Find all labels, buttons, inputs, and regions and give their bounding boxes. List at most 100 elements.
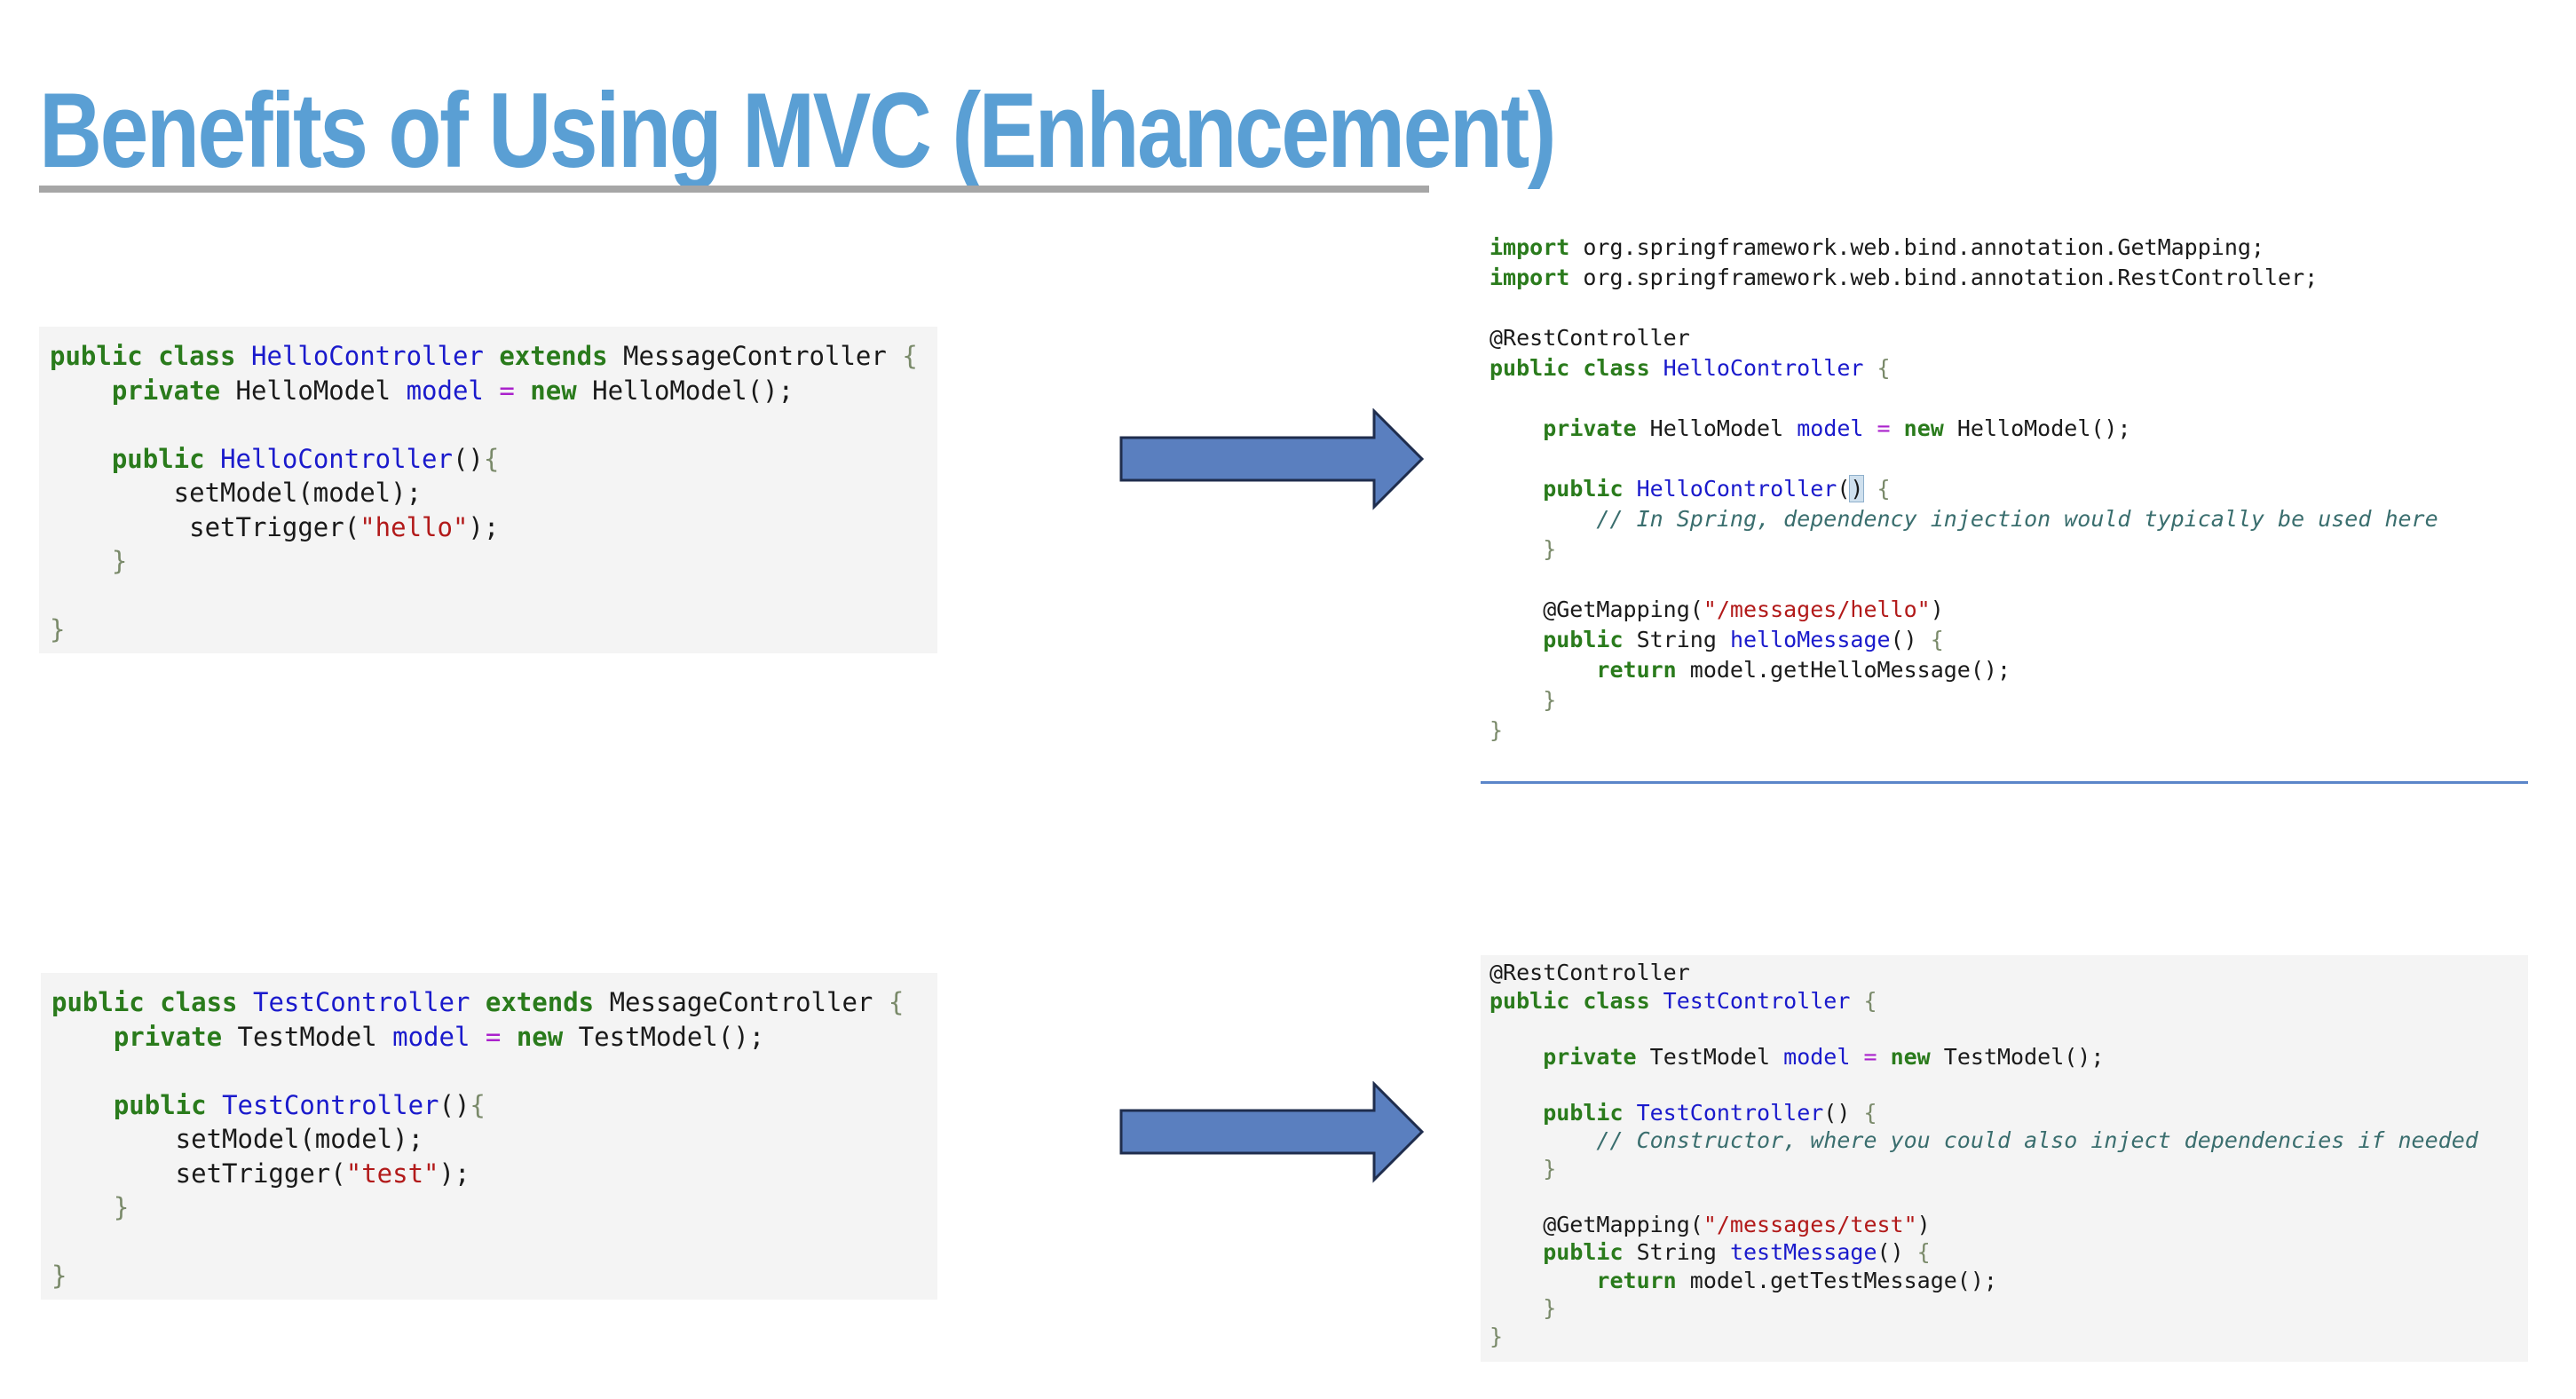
- code-line: public HelloController() {: [1489, 474, 2519, 504]
- code-line: setModel(model);: [50, 476, 927, 510]
- code-token: }: [111, 546, 128, 576]
- code-token: "/messages/hello": [1703, 597, 1931, 622]
- code-token: HelloController: [220, 443, 453, 474]
- code-token: model.getTestMessage();: [1689, 1267, 1997, 1293]
- code-line: // In Spring, dependency injection would…: [1489, 504, 2519, 534]
- code-line: }: [1489, 1294, 2519, 1323]
- code-token: public class: [1489, 355, 1663, 381]
- snippet-divider: [1481, 781, 2528, 784]
- code-token: {: [1916, 1239, 1931, 1265]
- code-token: TestController: [1636, 1099, 1824, 1126]
- arrow-right-icon: [1119, 408, 1425, 510]
- code-token: (): [452, 443, 484, 474]
- code-token: "test": [345, 1158, 439, 1189]
- code-hello-before: public class HelloController extends Mes…: [39, 327, 937, 653]
- code-token: org.springframework.web.bind.annotation.…: [1583, 234, 2264, 260]
- code-token: private: [1543, 1043, 1650, 1070]
- code-line: @RestController: [1489, 959, 2519, 987]
- code-line: }: [1489, 685, 2519, 715]
- code-token: private: [113, 1021, 238, 1052]
- code-line: // Constructor, where you could also inj…: [1489, 1126, 2519, 1155]
- code-line: @RestController: [1489, 323, 2519, 353]
- code-token: {: [902, 341, 918, 371]
- code-token: MessageController: [609, 987, 889, 1017]
- code-line: public class HelloController {: [1489, 353, 2519, 383]
- code-token: new: [530, 375, 593, 406]
- code-token: model: [406, 375, 500, 406]
- code-token: =: [1877, 415, 1904, 441]
- code-token: @RestController: [1489, 325, 1690, 351]
- code-token: public: [1543, 476, 1637, 502]
- code-token: );: [439, 1158, 470, 1189]
- code-line: public TestController(){: [51, 1088, 927, 1123]
- code-test-before: public class TestController extends Mess…: [41, 973, 937, 1300]
- code-token: helloMessage: [1729, 627, 1891, 652]
- code-line: }: [51, 1259, 927, 1293]
- code-token: setModel(model);: [50, 478, 423, 508]
- code-token: "hello": [360, 511, 469, 542]
- code-token: (): [1877, 1239, 1917, 1265]
- code-line: }: [50, 613, 927, 647]
- code-token: String: [1636, 627, 1730, 652]
- code-token: {: [1863, 987, 1877, 1014]
- code-line: }: [1489, 1155, 2519, 1183]
- code-token: import: [1489, 234, 1584, 260]
- code-line: setTrigger("test");: [51, 1157, 927, 1191]
- code-token: return: [1596, 657, 1690, 683]
- code-token: (): [1823, 1099, 1864, 1126]
- code-line: import org.springframework.web.bind.anno…: [1489, 263, 2519, 293]
- arrow-shape: [1119, 1081, 1425, 1183]
- code-token: TestModel: [237, 1021, 393, 1052]
- code-token: public class: [1489, 987, 1663, 1014]
- code-line: public class TestController extends Mess…: [51, 985, 927, 1020]
- code-token: setTrigger(: [50, 511, 360, 542]
- code-token: {: [1877, 355, 1891, 381]
- code-line: }: [50, 544, 927, 579]
- code-token: model: [392, 1021, 486, 1052]
- code-token: @GetMapping(: [1489, 597, 1703, 622]
- code-token: }: [1543, 1295, 1557, 1321]
- code-token: HelloController: [250, 341, 500, 371]
- code-line: private HelloModel model = new HelloMode…: [1489, 414, 2519, 444]
- code-line: return model.getTestMessage();: [1489, 1267, 2519, 1295]
- code-line: }: [1489, 1323, 2519, 1351]
- code-token: HelloController: [1663, 355, 1877, 381]
- code-token: // Constructor, where you could also inj…: [1596, 1127, 2478, 1153]
- title-underline: [39, 186, 1429, 193]
- code-token: new: [1903, 415, 1957, 441]
- code-line: return model.getHelloMessage();: [1489, 655, 2519, 685]
- code-token: public: [1543, 1099, 1637, 1126]
- code-token: =: [485, 1021, 517, 1052]
- code-token: "/messages/test": [1703, 1211, 1917, 1237]
- code-token: }: [1489, 717, 1504, 743]
- code-line: }: [51, 1190, 927, 1225]
- code-token: {: [888, 987, 905, 1017]
- code-token: setTrigger(: [51, 1158, 346, 1189]
- code-token: public: [1543, 627, 1637, 652]
- code-token: extends: [499, 341, 624, 371]
- code-token: HelloModel();: [592, 375, 794, 406]
- code-token: }: [51, 1261, 67, 1291]
- code-token: HelloModel: [1649, 415, 1798, 441]
- slide-title: Benefits of Using MVC (Enhancement): [39, 71, 1557, 190]
- code-token: extends: [485, 987, 610, 1017]
- code-token: HelloModel();: [1956, 415, 2131, 441]
- code-token: ): [1930, 597, 1944, 622]
